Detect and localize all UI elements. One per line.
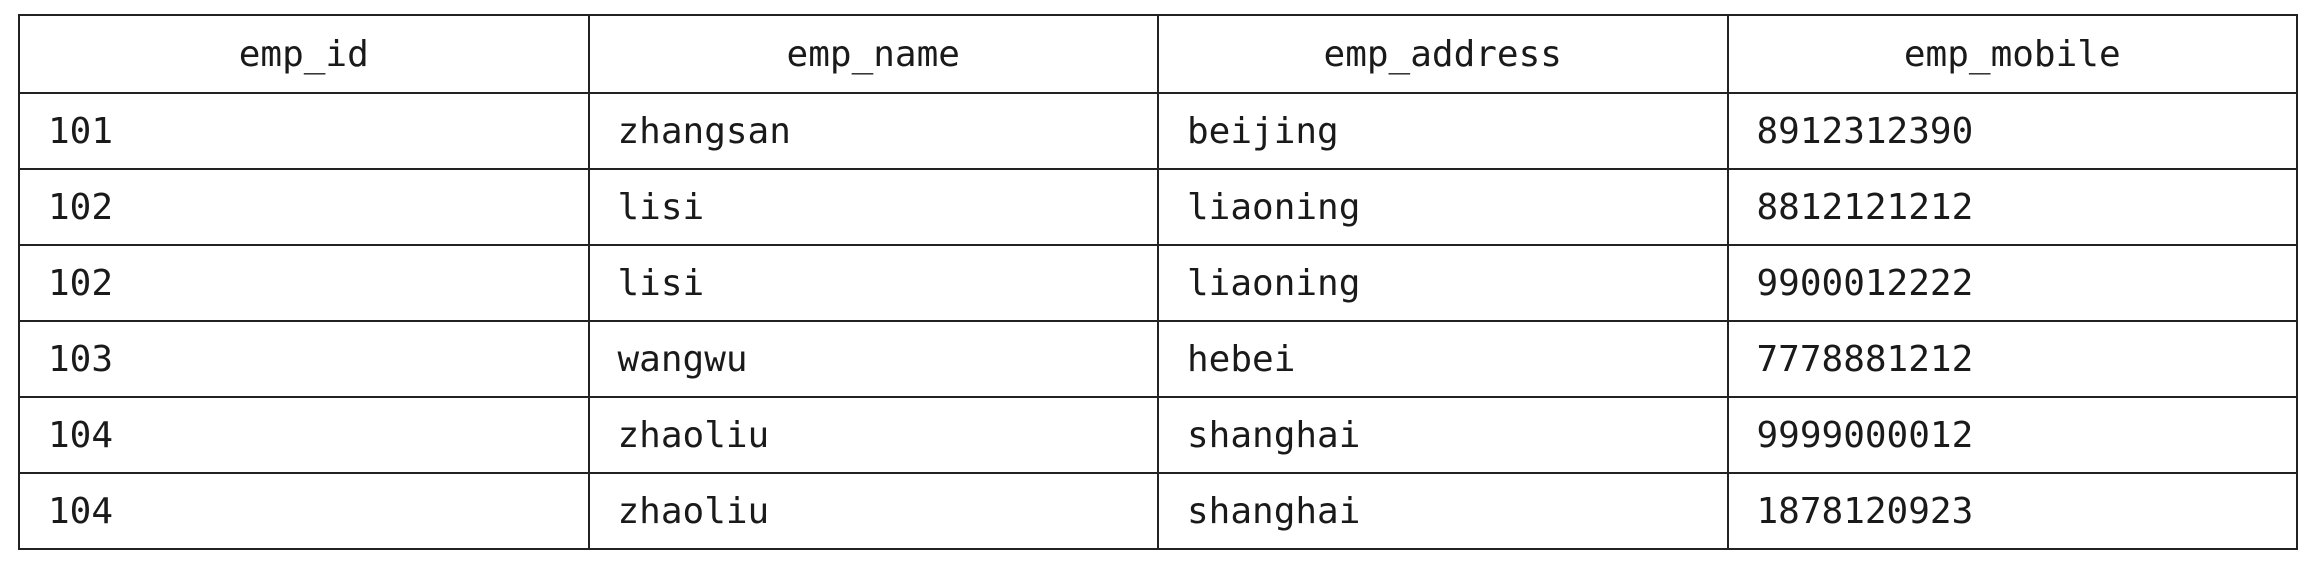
cell-emp-id: 103 [18, 320, 590, 398]
cell-emp-name: zhangsan [587, 92, 1159, 170]
cell-emp-mobile: 8812121212 [1726, 168, 2298, 246]
table-header-row: emp_id emp_name emp_address emp_mobile [18, 14, 2298, 94]
header-emp-address: emp_address [1157, 14, 1729, 94]
cell-emp-id: 102 [18, 168, 590, 246]
cell-emp-id: 104 [18, 396, 590, 474]
table-row: 104 zhaoliu shanghai 1878120923 [18, 472, 2298, 550]
cell-emp-name: lisi [587, 168, 1159, 246]
table-row: 101 zhangsan beijing 8912312390 [18, 92, 2298, 170]
cell-emp-mobile: 7778881212 [1726, 320, 2298, 398]
cell-emp-address: liaoning [1157, 244, 1729, 322]
header-emp-name: emp_name [587, 14, 1159, 94]
header-emp-mobile: emp_mobile [1726, 14, 2298, 94]
table-row: 104 zhaoliu shanghai 9999000012 [18, 396, 2298, 474]
cell-emp-address: shanghai [1157, 472, 1729, 550]
cell-emp-address: liaoning [1157, 168, 1729, 246]
cell-emp-address: hebei [1157, 320, 1729, 398]
table-row: 102 lisi liaoning 8812121212 [18, 168, 2298, 246]
cell-emp-id: 102 [18, 244, 590, 322]
cell-emp-mobile: 8912312390 [1726, 92, 2298, 170]
table-row: 103 wangwu hebei 7778881212 [18, 320, 2298, 398]
cell-emp-mobile: 1878120923 [1726, 472, 2298, 550]
cell-emp-mobile: 9900012222 [1726, 244, 2298, 322]
cell-emp-id: 104 [18, 472, 590, 550]
cell-emp-id: 101 [18, 92, 590, 170]
cell-emp-name: zhaoliu [587, 472, 1159, 550]
cell-emp-name: wangwu [587, 320, 1159, 398]
cell-emp-address: shanghai [1157, 396, 1729, 474]
cell-emp-name: lisi [587, 244, 1159, 322]
table-row: 102 lisi liaoning 9900012222 [18, 244, 2298, 322]
cell-emp-mobile: 9999000012 [1726, 396, 2298, 474]
employee-table: emp_id emp_name emp_address emp_mobile 1… [18, 14, 2298, 550]
header-emp-id: emp_id [18, 14, 590, 94]
cell-emp-name: zhaoliu [587, 396, 1159, 474]
cell-emp-address: beijing [1157, 92, 1729, 170]
